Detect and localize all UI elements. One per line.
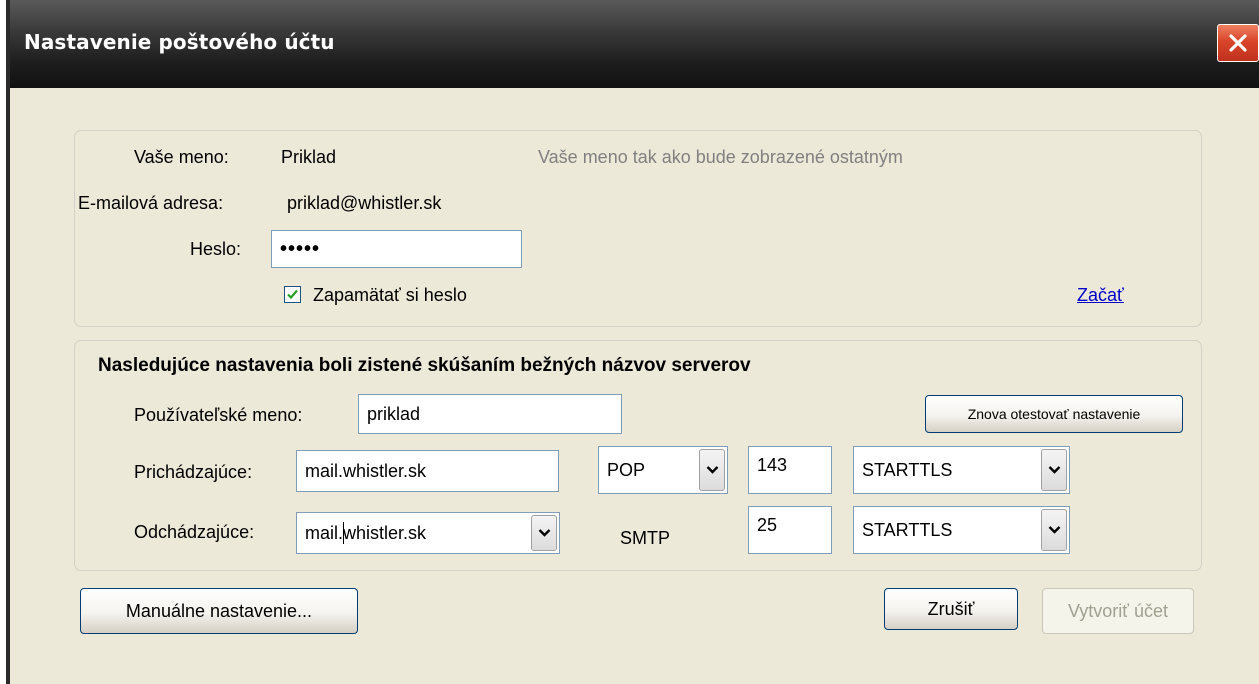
manual-setup-button[interactable]: Manuálne nastavenie... <box>80 588 358 634</box>
password-value: ••••• <box>280 237 321 260</box>
incoming-security-dropdown-button[interactable] <box>1041 449 1067 491</box>
title-bar[interactable]: Nastavenie poštového účtu <box>10 0 1259 88</box>
incoming-port-field[interactable]: 143 <box>748 446 832 494</box>
dialog-body: Vaše meno: Priklad Vaše meno tak ako bud… <box>10 88 1259 684</box>
cancel-label: Zrušiť <box>927 598 975 619</box>
retest-settings-button[interactable]: Znova otestovať nastavenie <box>925 395 1183 433</box>
chevron-down-icon <box>1048 526 1061 534</box>
outgoing-host-combobox[interactable]: mail.whistler.sk <box>296 512 560 554</box>
chevron-down-icon <box>1048 466 1061 474</box>
outgoing-security-value: STARTTLS <box>862 519 953 540</box>
incoming-label: Prichádzajúce: <box>134 462 253 482</box>
chevron-down-icon <box>538 529 551 537</box>
close-icon <box>1229 34 1247 52</box>
outgoing-security-select[interactable]: STARTTLS <box>853 506 1070 554</box>
incoming-security-select[interactable]: STARTTLS <box>853 446 1070 494</box>
email-value[interactable]: priklad@whistler.sk <box>287 193 441 214</box>
incoming-port-value: 143 <box>757 455 788 475</box>
manual-setup-label: Manuálne nastavenie... <box>125 600 313 621</box>
text-caret <box>343 522 344 544</box>
window-left-edge <box>0 0 10 684</box>
password-field[interactable]: ••••• <box>271 230 522 268</box>
incoming-protocol-value: POP <box>607 459 646 480</box>
cancel-button[interactable]: Zrušiť <box>884 588 1018 630</box>
window-title: Nastavenie poštového účtu <box>24 30 335 54</box>
incoming-host-value: mail.whistler.sk <box>305 460 427 481</box>
incoming-security-value: STARTTLS <box>862 459 953 480</box>
remember-password-checkbox[interactable] <box>284 286 301 303</box>
check-icon <box>287 289 298 300</box>
name-value[interactable]: Priklad <box>281 147 336 168</box>
incoming-protocol-dropdown-button[interactable] <box>699 449 725 491</box>
outgoing-host-value: mail.whistler.sk <box>305 522 427 543</box>
password-label: Heslo: <box>190 239 242 259</box>
account-setup-window: Nastavenie poštového účtu Vaše meno: Pri… <box>0 0 1259 684</box>
outgoing-label: Odchádzajúce: <box>134 522 255 542</box>
outgoing-security-dropdown-button[interactable] <box>1041 509 1067 551</box>
email-label: E-mailová adresa: <box>78 193 224 213</box>
close-button[interactable] <box>1217 24 1259 62</box>
incoming-host-field[interactable]: mail.whistler.sk <box>296 450 559 492</box>
outgoing-host-dropdown-button[interactable] <box>531 515 557 551</box>
remember-password-label[interactable]: Zapamätať si heslo <box>313 285 467 306</box>
username-label: Používateľské meno: <box>134 405 303 425</box>
name-hint: Vaše meno tak ako bude zobrazené ostatný… <box>538 147 903 167</box>
retest-settings-label: Znova otestovať nastavenie <box>967 406 1141 422</box>
username-field[interactable]: priklad <box>358 394 622 434</box>
create-account-button[interactable]: Vytvoriť účet <box>1042 588 1194 634</box>
incoming-protocol-select[interactable]: POP <box>598 446 728 494</box>
create-account-label: Vytvoriť účet <box>1067 600 1169 621</box>
server-settings-heading: Nasledujúce nastavenia boli zistené skúš… <box>98 355 751 376</box>
outgoing-port-field[interactable]: 25 <box>748 506 832 554</box>
outgoing-port-value: 25 <box>757 515 778 535</box>
chevron-down-icon <box>706 466 719 474</box>
username-value: priklad <box>367 403 421 424</box>
start-link[interactable]: Začať <box>1077 285 1124 306</box>
name-label: Vaše meno: <box>134 147 229 167</box>
outgoing-protocol-text: SMTP <box>620 528 671 548</box>
